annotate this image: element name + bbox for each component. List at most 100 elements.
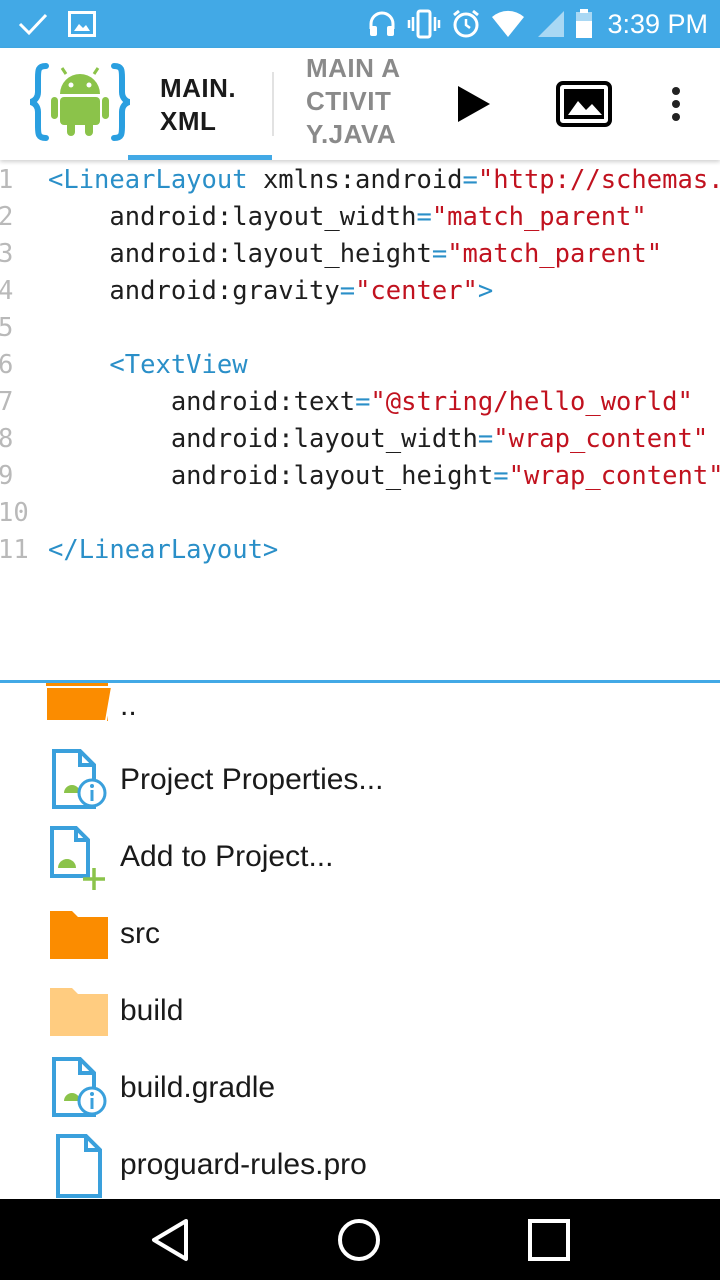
aide-logo-icon: [30, 63, 130, 141]
code-line[interactable]: 11 </LinearLayout>: [0, 532, 720, 569]
run-icon: [458, 86, 490, 122]
file-row-proguard[interactable]: proguard-rules.pro: [0, 1128, 720, 1199]
code-line[interactable]: 4 android:gravity="center">: [0, 273, 720, 310]
code-token-val: "wrap_content": [493, 424, 709, 454]
code-text: <TextView: [48, 347, 247, 384]
code-text: </LinearLayout>: [48, 532, 278, 569]
code-token-val: "center": [355, 276, 478, 306]
file-label: build.gradle: [120, 1071, 276, 1104]
tab-main-xml-label: MAIN. XML: [160, 73, 237, 136]
headset-icon: [369, 11, 395, 36]
code-token-eq: =: [339, 276, 356, 306]
file-label: proguard-rules.pro: [120, 1148, 367, 1181]
code-line[interactable]: 10: [0, 495, 720, 532]
code-token-eq: =: [431, 239, 448, 269]
code-token-eq: =: [477, 424, 494, 454]
line-number: 6: [0, 350, 14, 380]
code-token-attr: android:layout_height: [170, 461, 494, 491]
code-token-attr: android:text: [170, 387, 356, 417]
code-token-tag: <LinearLayout: [48, 165, 248, 195]
line-number: 7: [0, 387, 14, 417]
line-number: 3: [0, 239, 14, 269]
code-token-val: "wrap_content": [508, 461, 720, 491]
code-line[interactable]: 8 android:layout_width="wrap_content": [0, 421, 720, 458]
code-token-tag: >: [477, 276, 494, 306]
code-text: android:layout_height="match_parent": [48, 236, 662, 273]
code-line[interactable]: 2 android:layout_width="match_parent": [0, 199, 720, 236]
code-token-attr: android:gravity: [109, 276, 340, 306]
code-line[interactable]: 1 <LinearLayout xmlns:android="http://sch…: [0, 162, 720, 199]
tab-main-xml[interactable]: MAIN. XML: [128, 48, 272, 160]
folder-light-icon: [50, 988, 108, 1036]
code-line[interactable]: 7 android:text="@string/hello_world": [0, 384, 720, 421]
code-token-val: "@string/hello_world": [370, 387, 693, 417]
file-row-build[interactable]: build: [0, 974, 720, 1051]
vibrate-icon: [408, 9, 441, 39]
project-properties-icon: [52, 749, 107, 809]
file-label: Add to Project...: [120, 840, 334, 873]
file-row-parent[interactable]: ..: [0, 683, 720, 746]
code-token-eq: =: [462, 165, 478, 195]
code-line[interactable]: 5: [0, 310, 720, 347]
tab-selected-indicator: [128, 155, 272, 160]
status-bar: 3:39 PM: [0, 0, 720, 48]
toolbar: MAIN. XML MAIN ACTIVITY.JAVA: [0, 48, 720, 160]
line-number: 1: [0, 165, 14, 195]
file-row-project-properties[interactable]: Project Properties...: [0, 743, 720, 820]
design-preview-button[interactable]: [550, 48, 618, 160]
code-line[interactable]: 3 android:layout_height="match_parent": [0, 236, 720, 273]
add-to-project-icon: [50, 826, 105, 890]
code-text: android:text="@string/hello_world": [48, 384, 693, 421]
code-token-attr: android:layout_height: [109, 239, 432, 269]
navigation-bar: [0, 1199, 720, 1280]
folder-up-icon: [46, 683, 112, 722]
code-text: android:layout_width="match_parent": [48, 199, 647, 236]
home-button[interactable]: [309, 1199, 409, 1280]
code-line[interactable]: 6 <TextView: [0, 347, 720, 384]
folder-icon: [50, 911, 108, 959]
code-token-val: "match_parent": [447, 239, 663, 269]
line-number: 2: [0, 202, 14, 232]
code-token-val: "match_parent": [431, 202, 647, 232]
back-icon: [152, 1218, 188, 1261]
file-label: ..: [120, 689, 137, 722]
more-options-button[interactable]: [656, 48, 696, 160]
check-icon: [18, 13, 48, 36]
code-token-eq: =: [355, 387, 371, 417]
file-row-add-to-project[interactable]: Add to Project...: [0, 820, 720, 897]
app-window: 3:39 PM MAIN. XML MAIN ACTIVITY.JAVA 1 <…: [0, 0, 720, 1280]
signal-icon: [538, 11, 565, 37]
file-icon: [56, 1134, 102, 1198]
code-token-eq: =: [416, 202, 432, 232]
code-token-val: "http://schemas.android.com/apk/res/andr…: [477, 165, 720, 195]
code-line[interactable]: 9 android:layout_height="wrap_content": [0, 458, 720, 495]
status-time: 3:39 PM: [607, 8, 708, 39]
line-number: 4: [0, 276, 14, 306]
line-number: 10: [0, 498, 29, 528]
code-text: android:layout_height="wrap_content": [48, 458, 720, 495]
more-vert-icon: [672, 87, 680, 121]
code-token-eq: =: [493, 461, 509, 491]
code-editor[interactable]: 1 <LinearLayout xmlns:android="http://sch…: [0, 160, 720, 680]
code-text: android:layout_width="wrap_content": [48, 421, 708, 458]
line-number: 11: [0, 535, 29, 565]
line-number: 8: [0, 424, 14, 454]
line-number: 5: [0, 313, 14, 343]
file-row-src[interactable]: src: [0, 897, 720, 974]
line-number: 9: [0, 461, 14, 491]
run-button[interactable]: [446, 48, 502, 160]
code-token-attr: android:layout_width: [170, 424, 478, 454]
file-browser: .. Project Properties... Add to Project.…: [0, 683, 720, 1199]
tab-divider: [272, 72, 274, 136]
file-row-build-gradle[interactable]: build.gradle: [0, 1051, 720, 1128]
recents-button[interactable]: [499, 1199, 599, 1280]
tab-main-activity-java[interactable]: MAIN ACTIVITY.JAVA: [306, 48, 406, 160]
code-token-attr: xmlns:android: [247, 165, 463, 195]
back-button[interactable]: [120, 1199, 220, 1280]
code-token-tag: </LinearLayout>: [48, 535, 279, 565]
